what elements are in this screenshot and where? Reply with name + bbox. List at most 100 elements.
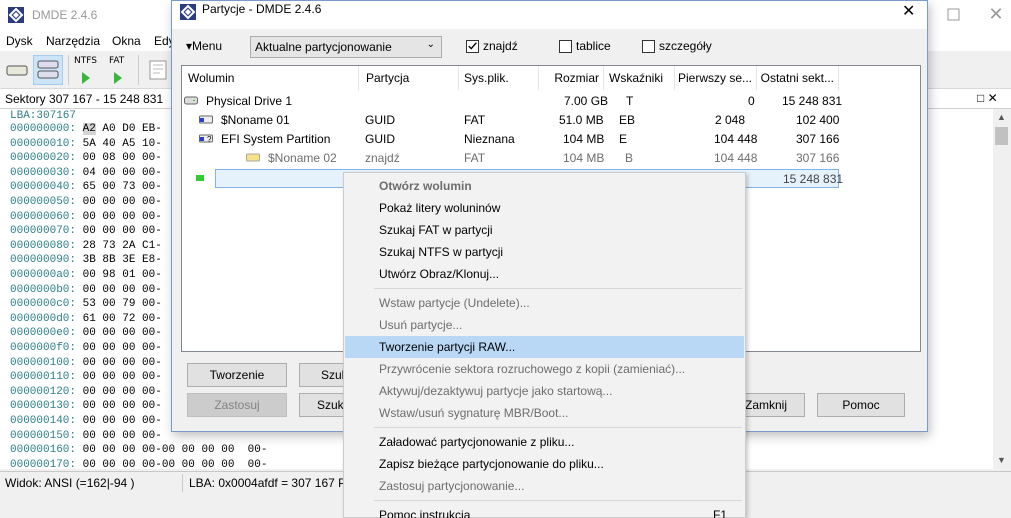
menu-item-open-volume[interactable]: Otwórz wolumin [345, 175, 744, 197]
hex-row[interactable]: 000000010: 5A 40 A5 10- [10, 138, 162, 151]
hex-offset: 000000060: [10, 210, 77, 223]
hex-bytes: 00 00 00 00- [82, 327, 162, 340]
scroll-thumb[interactable] [995, 127, 1008, 145]
partitions-icon[interactable] [33, 55, 63, 85]
menu-item-help[interactable]: Pomoc instrukcja F1 [345, 504, 744, 518]
hex-row[interactable]: 000000070: 00 00 00 00- [10, 225, 162, 238]
menu-item-apply-partitioning[interactable]: Zastosuj partycjonowanie... [345, 475, 744, 497]
editor-icon[interactable] [146, 55, 170, 85]
hex-row[interactable]: 000000000: A2 A0 D0 EB- [10, 123, 162, 136]
menu-tools[interactable]: Narzędzia [46, 34, 100, 48]
hex-row[interactable]: 000000080: 28 73 2A C1- [10, 240, 162, 253]
create-button[interactable]: Tworzenie [187, 363, 287, 387]
hex-offset: 000000120: [10, 385, 77, 398]
menu-item-search-fat[interactable]: Szukaj FAT w partycji [345, 219, 744, 241]
hex-row[interactable]: 000000090: 3B 8B 3E E8- [10, 254, 162, 267]
checkbox-details[interactable] [642, 40, 655, 53]
main-close-icon[interactable]: ✕ [986, 4, 1006, 24]
menu-windows[interactable]: Okna [112, 34, 141, 48]
hex-row[interactable]: 000000140: 00 00 00 00- [10, 415, 162, 428]
hex-cursor-byte[interactable]: A2 [82, 123, 96, 135]
col-first-sector[interactable]: Pierwszy se... [677, 66, 757, 90]
hex-bytes: 00 00 00 00-00 00 00 00 00- [82, 458, 268, 469]
checkbox-find[interactable] [466, 40, 479, 53]
dmde-logo-icon [180, 4, 196, 20]
hex-row[interactable]: 0000000b0: 00 00 00 00- [10, 284, 162, 297]
hex-bytes: 00 00 00 00- [82, 371, 162, 384]
hex-row[interactable]: 000000120: 00 00 00 00- [10, 386, 162, 399]
menu-item-create-raw[interactable]: Tworzenie partycji RAW... [345, 336, 744, 358]
menu-item-search-ntfs[interactable]: Szukaj NTFS w partycji [345, 241, 744, 263]
menu-item-image-clone[interactable]: Utwórz Obraz/Klonuj... [345, 263, 744, 285]
panel-window-buttons[interactable]: □ ✕ [977, 91, 998, 105]
apply-button[interactable]: Zastosuj [187, 393, 287, 417]
hex-row[interactable]: 000000050: 00 00 00 00- [10, 196, 162, 209]
hex-row[interactable]: 0000000d0: 61 00 72 00- [10, 313, 162, 326]
hex-row[interactable]: 0000000e0: 00 00 00 00- [10, 327, 162, 340]
dialog-close-icon[interactable]: ✕ [902, 1, 915, 21]
partitioning-select[interactable]: Aktualne partycjonowanie ⌄ [250, 36, 442, 58]
table-row[interactable]: $Noname 02 znajdź FAT 104 MB B 104 448 3… [182, 149, 920, 168]
menu-item-undelete[interactable]: Wstaw partycje (Undelete)... [345, 292, 744, 314]
hex-offset: 000000030: [10, 166, 77, 179]
hex-row[interactable]: 0000000a0: 00 98 01 00- [10, 269, 162, 282]
col-partition[interactable]: Partycja [366, 66, 459, 90]
hex-offset: 000000170: [10, 458, 77, 469]
col-flags[interactable]: Wskaźniki [609, 66, 675, 90]
hex-row[interactable]: 000000160: 00 00 00 00-00 00 00 00 00- [10, 444, 267, 457]
scroll-up-icon[interactable]: ▲ [997, 112, 1006, 122]
hex-offset: 000000050: [10, 196, 77, 208]
table-row[interactable]: ? EFI System Partition GUID Nieznana 104… [182, 130, 920, 149]
hex-row[interactable]: 000000030: 04 00 00 00- [10, 167, 162, 180]
table-row[interactable]: Physical Drive 1 7.00 GB T 0 15 248 831 [182, 92, 920, 111]
col-size[interactable]: Rozmiar [541, 66, 604, 90]
menu-item-load-partitioning[interactable]: Załadować partycjonowanie z pliku... [345, 431, 744, 453]
hex-row[interactable]: 000000040: 65 00 73 00- [10, 181, 162, 194]
hex-row[interactable]: 000000110: 00 00 00 00- [10, 371, 162, 384]
menu-disk[interactable]: Dysk [6, 34, 33, 48]
hex-offset: 0000000a0: [10, 269, 77, 281]
hex-row[interactable]: 000000130: 00 00 00 00- [10, 400, 162, 413]
col-filesystem[interactable]: Sys.plik. [464, 66, 539, 90]
menu-item-toggle-active[interactable]: Aktywuj/dezaktywuj partycje jako startow… [345, 380, 744, 402]
partitioning-select-value: Aktualne partycjonowanie [255, 40, 392, 54]
partition-icon [199, 115, 213, 124]
hex-row[interactable]: 000000020: 00 08 00 00- [10, 152, 162, 165]
checkbox-find-label: znajdź [483, 39, 518, 53]
hex-row[interactable]: 000000060: 00 00 00 00- [10, 211, 162, 224]
search-button[interactable]: Szuk [299, 363, 348, 387]
hex-scrollbar[interactable]: ▲ ▼ [993, 109, 1011, 469]
hex-row[interactable]: 0000000f0: 00 00 00 00- [10, 342, 162, 355]
scroll-down-icon[interactable]: ▼ [997, 455, 1006, 465]
fat-play-icon[interactable] [108, 71, 128, 85]
hex-bytes: A2 A0 D0 EB- [82, 123, 162, 135]
col-volume[interactable]: Wolumin [188, 66, 359, 90]
hex-offset: 000000140: [10, 415, 77, 427]
hex-row[interactable]: 000000100: 00 00 00 00- [10, 357, 162, 370]
hex-offset: 000000070: [10, 225, 77, 238]
hex-bytes: 65 00 73 00- [82, 181, 162, 194]
hex-row[interactable]: 000000170: 00 00 00 00-00 00 00 00 00- [10, 459, 267, 469]
menu-item-save-partitioning[interactable]: Zapisz bieżące partycjonowanie do pliku.… [345, 453, 744, 475]
ntfs-play-icon[interactable] [76, 71, 96, 85]
hex-offset: 0000000d0: [10, 312, 77, 325]
table-row[interactable]: $Noname 01 GUID FAT 51.0 MB EB 2 048 102… [182, 111, 920, 130]
menu-item-show-letters[interactable]: Pokaż litery woluninów [345, 197, 744, 219]
hex-row[interactable]: 000000150: 00 00 00 00- [10, 430, 162, 443]
hex-row[interactable]: 0000000c0: 53 00 79 00- [10, 298, 162, 311]
menu-item-delete-partition[interactable]: Usuń partycje... [345, 314, 744, 336]
drive-icon[interactable] [4, 55, 30, 85]
hex-bytes: 00 00 00 00- [82, 196, 162, 208]
checkbox-tables[interactable] [559, 40, 572, 53]
help-button[interactable]: Pomoc [817, 393, 905, 417]
dialog-menu-button[interactable]: ▾Menu [186, 39, 222, 53]
maximize-icon[interactable] [946, 7, 962, 23]
search-more-button[interactable]: Szuka [299, 393, 350, 417]
fat-tool-label: FAT [109, 56, 125, 66]
hex-bytes: 00 00 00 00-00 00 00 00 00- [82, 444, 268, 457]
col-last-sector[interactable]: Ostatni sekt... [759, 66, 839, 90]
hex-offset: 000000010: [10, 137, 77, 150]
menu-item-mbr-signature[interactable]: Wstaw/usuń sygnaturę MBR/Boot... [345, 402, 744, 424]
hex-offset: 000000130: [10, 400, 77, 413]
menu-item-restore-boot[interactable]: Przywrócenie sektora rozruchowego z kopi… [345, 358, 744, 380]
